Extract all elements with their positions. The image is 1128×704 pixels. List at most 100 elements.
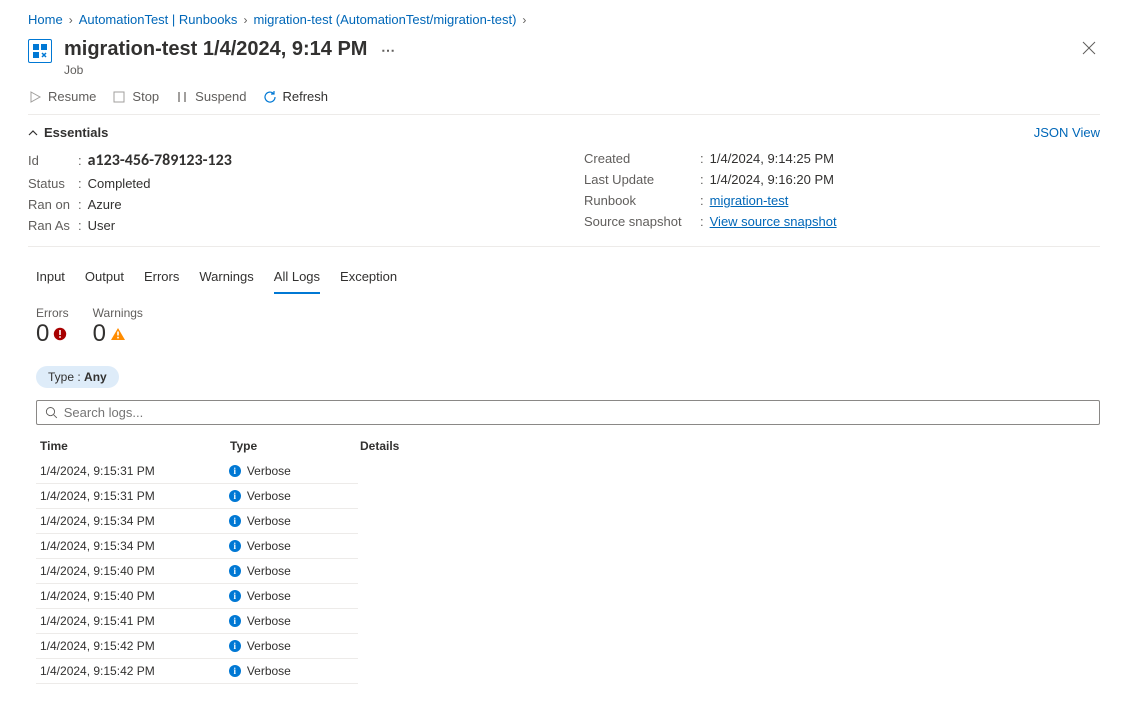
info-icon: i xyxy=(229,490,241,502)
table-row[interactable]: 1/4/2024, 9:15:42 PMiVerbose xyxy=(36,659,358,684)
log-time: 1/4/2024, 9:15:31 PM xyxy=(36,464,229,478)
log-time: 1/4/2024, 9:15:42 PM xyxy=(36,639,229,653)
table-row[interactable]: 1/4/2024, 9:15:31 PMiVerbose xyxy=(36,484,358,509)
log-time: 1/4/2024, 9:15:42 PM xyxy=(36,664,229,678)
chevron-right-icon: › xyxy=(243,13,247,27)
table-row[interactable]: 1/4/2024, 9:15:41 PMiVerbose xyxy=(36,609,358,634)
id-label: Id xyxy=(28,153,72,168)
tab-input[interactable]: Input xyxy=(36,265,65,294)
lastupdate-value: 1/4/2024, 9:16:20 PM xyxy=(710,172,834,187)
status-label: Status xyxy=(28,176,72,191)
info-icon: i xyxy=(229,515,241,527)
error-icon xyxy=(53,322,67,346)
essentials-label: Essentials xyxy=(44,125,108,140)
essentials-body: Id : a123-456-789123-123 Status : Comple… xyxy=(28,148,1100,247)
close-button[interactable] xyxy=(1078,37,1100,64)
snapshot-link[interactable]: View source snapshot xyxy=(710,214,837,229)
search-box[interactable] xyxy=(36,400,1100,425)
tabs: Input Output Errors Warnings All Logs Ex… xyxy=(28,247,1100,294)
breadcrumb: Home › AutomationTest | Runbooks › migra… xyxy=(28,8,1100,37)
job-icon xyxy=(28,39,52,63)
log-type: iVerbose xyxy=(229,489,358,503)
json-view-link[interactable]: JSON View xyxy=(1034,125,1100,140)
stop-button[interactable]: Stop xyxy=(112,89,159,104)
command-bar: Resume Stop Suspend Refresh xyxy=(28,81,1100,115)
breadcrumb-home[interactable]: Home xyxy=(28,12,63,27)
log-time: 1/4/2024, 9:15:40 PM xyxy=(36,564,229,578)
col-type-header[interactable]: Type xyxy=(230,439,360,453)
stop-icon xyxy=(112,90,126,104)
info-icon: i xyxy=(229,465,241,477)
errors-count-label: Errors xyxy=(36,306,69,320)
log-type: iVerbose xyxy=(229,564,358,578)
info-icon: i xyxy=(229,540,241,552)
log-time: 1/4/2024, 9:15:31 PM xyxy=(36,489,229,503)
log-type: iVerbose xyxy=(229,464,358,478)
chevron-right-icon: › xyxy=(522,13,526,27)
counters: Errors 0 Warnings 0 xyxy=(28,294,1100,354)
ranas-value: User xyxy=(88,218,115,233)
table-row[interactable]: 1/4/2024, 9:15:34 PMiVerbose xyxy=(36,534,358,559)
more-button[interactable]: ⋯ xyxy=(381,42,395,58)
refresh-label: Refresh xyxy=(283,89,329,104)
log-type: iVerbose xyxy=(229,639,358,653)
resume-button[interactable]: Resume xyxy=(28,89,96,104)
table-row[interactable]: 1/4/2024, 9:15:34 PMiVerbose xyxy=(36,509,358,534)
breadcrumb-migration-test[interactable]: migration-test (AutomationTest/migration… xyxy=(253,12,516,27)
tab-alllogs[interactable]: All Logs xyxy=(274,265,320,294)
suspend-button[interactable]: Suspend xyxy=(175,89,246,104)
suspend-label: Suspend xyxy=(195,89,246,104)
page-subtitle: Job xyxy=(64,63,1066,77)
stop-label: Stop xyxy=(132,89,159,104)
runbook-link[interactable]: migration-test xyxy=(710,193,789,208)
ranon-label: Ran on xyxy=(28,197,72,212)
log-type: iVerbose xyxy=(229,514,358,528)
log-time: 1/4/2024, 9:15:40 PM xyxy=(36,589,229,603)
log-time: 1/4/2024, 9:15:41 PM xyxy=(36,614,229,628)
type-filter-pill[interactable]: Type : Any xyxy=(36,366,119,388)
breadcrumb-runbooks[interactable]: AutomationTest | Runbooks xyxy=(79,12,238,27)
chevron-right-icon: › xyxy=(69,13,73,27)
page-title: migration-test 1/4/2024, 9:14 PM xyxy=(64,38,367,60)
log-type: iVerbose xyxy=(229,589,358,603)
table-row[interactable]: 1/4/2024, 9:15:31 PMiVerbose xyxy=(36,459,358,484)
tab-exception[interactable]: Exception xyxy=(340,265,397,294)
table-row[interactable]: 1/4/2024, 9:15:40 PMiVerbose xyxy=(36,559,358,584)
filter-value: Any xyxy=(84,370,107,384)
warnings-count-value: 0 xyxy=(93,322,106,346)
ranon-value: Azure xyxy=(88,197,122,212)
log-table: Time Type Details 1/4/2024, 9:15:31 PMiV… xyxy=(36,433,1100,684)
ranas-label: Ran As xyxy=(28,218,72,233)
info-icon: i xyxy=(229,665,241,677)
search-icon xyxy=(45,406,58,419)
status-value: Completed xyxy=(88,176,151,191)
essentials-toggle[interactable]: Essentials xyxy=(28,125,108,140)
resume-label: Resume xyxy=(48,89,96,104)
refresh-icon xyxy=(263,90,277,104)
snapshot-label: Source snapshot xyxy=(584,214,694,229)
log-type: iVerbose xyxy=(229,664,358,678)
info-icon: i xyxy=(229,565,241,577)
log-time: 1/4/2024, 9:15:34 PM xyxy=(36,514,229,528)
info-icon: i xyxy=(229,615,241,627)
tab-output[interactable]: Output xyxy=(85,265,124,294)
lastupdate-label: Last Update xyxy=(584,172,694,187)
col-details-header[interactable]: Details xyxy=(360,439,1100,453)
log-type: iVerbose xyxy=(229,614,358,628)
search-input[interactable] xyxy=(64,405,1091,420)
info-icon: i xyxy=(229,590,241,602)
table-row[interactable]: 1/4/2024, 9:15:40 PMiVerbose xyxy=(36,584,358,609)
tab-warnings[interactable]: Warnings xyxy=(199,265,253,294)
runbook-label: Runbook xyxy=(584,193,694,208)
created-value: 1/4/2024, 9:14:25 PM xyxy=(710,151,834,166)
pause-icon xyxy=(175,90,189,104)
table-row[interactable]: 1/4/2024, 9:15:42 PMiVerbose xyxy=(36,634,358,659)
warning-icon xyxy=(110,322,126,346)
tab-errors[interactable]: Errors xyxy=(144,265,179,294)
play-icon xyxy=(28,90,42,104)
id-value: a123-456-789123-123 xyxy=(88,151,232,170)
col-time-header[interactable]: Time xyxy=(36,439,230,453)
created-label: Created xyxy=(584,151,694,166)
errors-count-value: 0 xyxy=(36,322,49,346)
refresh-button[interactable]: Refresh xyxy=(263,89,329,104)
